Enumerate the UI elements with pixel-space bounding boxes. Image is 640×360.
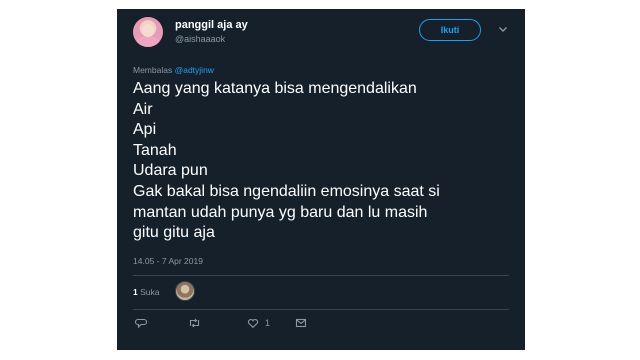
likes-summary[interactable]: 1 Suka <box>133 287 159 297</box>
reply-prefix: Membalas <box>133 65 173 75</box>
display-name[interactable]: panggil aja ay <box>175 19 248 31</box>
retweet-icon <box>188 317 201 329</box>
user-handle[interactable]: @aishaaaok <box>175 34 225 44</box>
tweet-line: Api <box>133 121 157 139</box>
divider <box>133 275 509 276</box>
likes-label: Suka <box>140 287 160 297</box>
direct-message-button[interactable] <box>295 317 307 329</box>
like-button[interactable]: 1 <box>241 317 270 329</box>
action-bar: 1 <box>117 317 525 337</box>
like-count: 1 <box>265 318 271 328</box>
tweet-line: mantan udah punya yg baru dan lu masih <box>133 203 428 221</box>
tweet-line: gitu gitu aja <box>133 224 215 242</box>
reply-icon <box>135 317 147 329</box>
timestamp[interactable]: 14.05 - 7 Apr 2019 <box>133 256 203 266</box>
liker-avatar[interactable] <box>175 281 195 301</box>
heart-icon <box>247 317 259 329</box>
retweet-button[interactable] <box>188 317 201 329</box>
tweet-text: Aang yang katanya bisa mengendalikan Air… <box>133 79 513 244</box>
tweet-line: Udara pun <box>133 162 208 180</box>
reply-button[interactable] <box>135 317 147 329</box>
avatar-body <box>136 36 160 47</box>
reply-mention-link[interactable]: @adtyjinw <box>175 65 214 75</box>
divider <box>133 309 509 310</box>
tweet-line: Air <box>133 100 153 118</box>
avatar[interactable] <box>133 17 163 47</box>
chevron-down-icon[interactable] <box>498 24 508 37</box>
message-icon <box>295 317 307 329</box>
tweet-card: panggil aja ay @aishaaaok Ikuti Membalas… <box>117 9 525 350</box>
tweet-line: Tanah <box>133 141 177 159</box>
tweet-line: Aang yang katanya bisa mengendalikan <box>133 80 417 97</box>
follow-button[interactable]: Ikuti <box>419 19 481 41</box>
tweet-line: Gak bakal bisa ngendaliin emosinya saat … <box>133 182 440 200</box>
reply-context: Membalas @adtyjinw <box>133 65 214 75</box>
likes-count: 1 <box>133 287 138 297</box>
avatar-face <box>142 24 154 37</box>
